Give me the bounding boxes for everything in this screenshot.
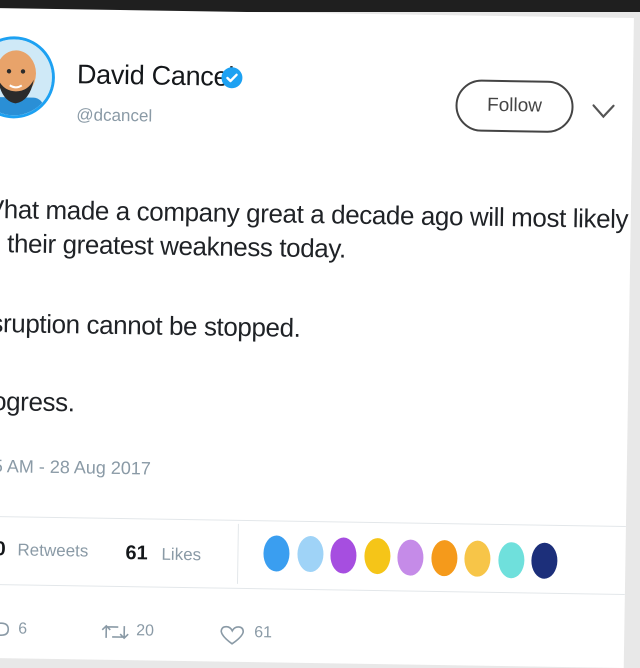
- retweet-action-count[interactable]: 20: [136, 622, 154, 640]
- divider: [0, 515, 626, 527]
- retweets-label[interactable]: Retweets: [17, 540, 88, 561]
- chevron-down-icon[interactable]: [590, 102, 616, 120]
- liker-avatar[interactable]: [330, 537, 357, 574]
- liker-avatar[interactable]: [363, 538, 391, 575]
- tweet-timestamp[interactable]: 05 AM - 28 Aug 2017: [0, 456, 151, 480]
- heart-icon[interactable]: [218, 624, 246, 646]
- liker-avatar[interactable]: [263, 535, 290, 572]
- liker-avatar[interactable]: [296, 536, 324, 573]
- liker-avatar[interactable]: [397, 539, 424, 576]
- reply-icon[interactable]: [0, 620, 10, 641]
- tweet-text-line: isruption cannot be stopped.: [0, 307, 301, 343]
- user-name[interactable]: David Cancel: [77, 59, 234, 92]
- likes-count[interactable]: 61: [125, 542, 148, 565]
- stats-divider: [236, 523, 239, 584]
- tweet-text-line: rogress.: [0, 385, 75, 418]
- tweet-text-line: e their greatest weakness today.: [0, 227, 347, 264]
- user-handle[interactable]: @dcancel: [76, 105, 152, 126]
- avatar-illustration: [0, 38, 53, 116]
- reply-count[interactable]: 6: [18, 620, 27, 638]
- retweet-icon[interactable]: [100, 622, 130, 642]
- follow-button[interactable]: Follow: [455, 79, 574, 134]
- likes-label[interactable]: Likes: [161, 545, 201, 566]
- divider: [0, 583, 625, 595]
- liker-avatar[interactable]: [430, 539, 458, 577]
- tweet-card: David Cancel @dcancel Follow Vhat made a…: [0, 8, 634, 668]
- retweets-count[interactable]: 20: [0, 538, 6, 561]
- avatar[interactable]: [0, 35, 56, 119]
- liker-avatar[interactable]: [464, 540, 491, 578]
- verified-badge-icon: [221, 67, 243, 89]
- liker-avatar[interactable]: [497, 541, 525, 579]
- liker-avatar[interactable]: [531, 542, 558, 580]
